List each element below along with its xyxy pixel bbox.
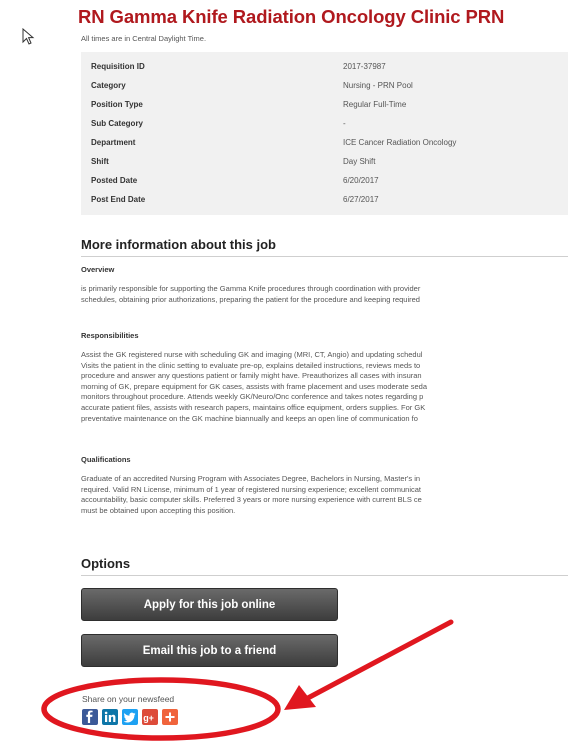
twitter-icon[interactable] [122, 709, 138, 725]
google-plus-icon[interactable]: g+ [142, 709, 158, 725]
responsibilities-line: Visits the patient in the clinic setting… [81, 360, 421, 370]
linkedin-icon[interactable] [102, 709, 118, 725]
overview-heading: Overview [81, 265, 115, 274]
facebook-icon[interactable] [82, 709, 98, 725]
detail-value: Regular Full-Time [343, 100, 407, 109]
responsibilities-line: accurate patient files, assists with res… [81, 402, 426, 412]
options-heading: Options [81, 556, 131, 571]
more-info-heading: More information about this job [81, 237, 276, 252]
detail-value: 6/20/2017 [343, 176, 379, 185]
overview-line: is primarily responsible for supporting … [81, 284, 421, 293]
overview-line: schedules, obtaining prior authorization… [81, 294, 420, 304]
detail-row: Requisition ID 2017-37987 [91, 58, 561, 75]
detail-label: Posted Date [91, 176, 138, 185]
detail-row: Shift Day Shift [91, 153, 561, 170]
section-divider [81, 575, 568, 576]
addthis-plus-icon[interactable] [162, 709, 178, 725]
svg-text:g+: g+ [143, 713, 154, 723]
job-details-table: Requisition ID 2017-37987 Category Nursi… [81, 52, 568, 215]
overview-text: is primarily responsible for supporting … [81, 284, 568, 305]
detail-value: 2017-37987 [343, 62, 386, 71]
qualifications-line: must be obtained upon accepting this pos… [81, 505, 236, 515]
detail-label: Category [91, 81, 126, 90]
detail-row: Position Type Regular Full-Time [91, 96, 561, 113]
responsibilities-line: preventative maintenance on the GK machi… [81, 413, 418, 423]
detail-label: Post End Date [91, 195, 146, 204]
email-friend-button[interactable]: Email this job to a friend [81, 634, 338, 667]
mouse-cursor-icon [22, 28, 35, 45]
share-label: Share on your newsfeed [82, 694, 175, 704]
arrow-head-icon [284, 685, 316, 710]
job-title: RN Gamma Knife Radiation Oncology Clinic… [78, 6, 505, 27]
detail-label: Shift [91, 157, 109, 166]
qualifications-line: accountability, basic computer skills. P… [81, 495, 422, 505]
timezone-note: All times are in Central Daylight Time. [81, 34, 207, 43]
highlight-ellipse [41, 677, 281, 741]
qualifications-line: required. Valid RN License, minimum of 1… [81, 484, 422, 494]
responsibilities-text: Assist the GK registered nurse with sche… [81, 350, 568, 424]
detail-value: Nursing - PRN Pool [343, 81, 413, 90]
responsibilities-line: monitors throughout procedure. Attends w… [81, 392, 424, 402]
qualifications-line: Graduate of an accredited Nursing Progra… [81, 474, 421, 483]
section-divider [81, 256, 568, 257]
detail-value: - [343, 119, 346, 128]
responsibilities-heading: Responsibilities [81, 331, 139, 340]
responsibilities-line: procedure and answer any questions patie… [81, 371, 422, 381]
detail-label: Sub Category [91, 119, 144, 128]
detail-label: Department [91, 138, 136, 147]
qualifications-heading: Qualifications [81, 455, 131, 464]
qualifications-text: Graduate of an accredited Nursing Progra… [81, 474, 568, 516]
detail-value: ICE Cancer Radiation Oncology [343, 138, 457, 147]
detail-row: Post End Date 6/27/2017 [91, 191, 561, 208]
apply-online-button[interactable]: Apply for this job online [81, 588, 338, 621]
detail-value: Day Shift [343, 157, 376, 166]
detail-row: Sub Category - [91, 115, 561, 132]
detail-label: Position Type [91, 100, 143, 109]
responsibilities-line: morning of GK, prepare equipment for GK … [81, 381, 428, 391]
detail-row: Category Nursing - PRN Pool [91, 77, 561, 94]
detail-value: 6/27/2017 [343, 195, 379, 204]
detail-row: Department ICE Cancer Radiation Oncology [91, 134, 561, 151]
responsibilities-line: Assist the GK registered nurse with sche… [81, 350, 423, 359]
detail-label: Requisition ID [91, 62, 145, 71]
detail-row: Posted Date 6/20/2017 [91, 172, 561, 189]
